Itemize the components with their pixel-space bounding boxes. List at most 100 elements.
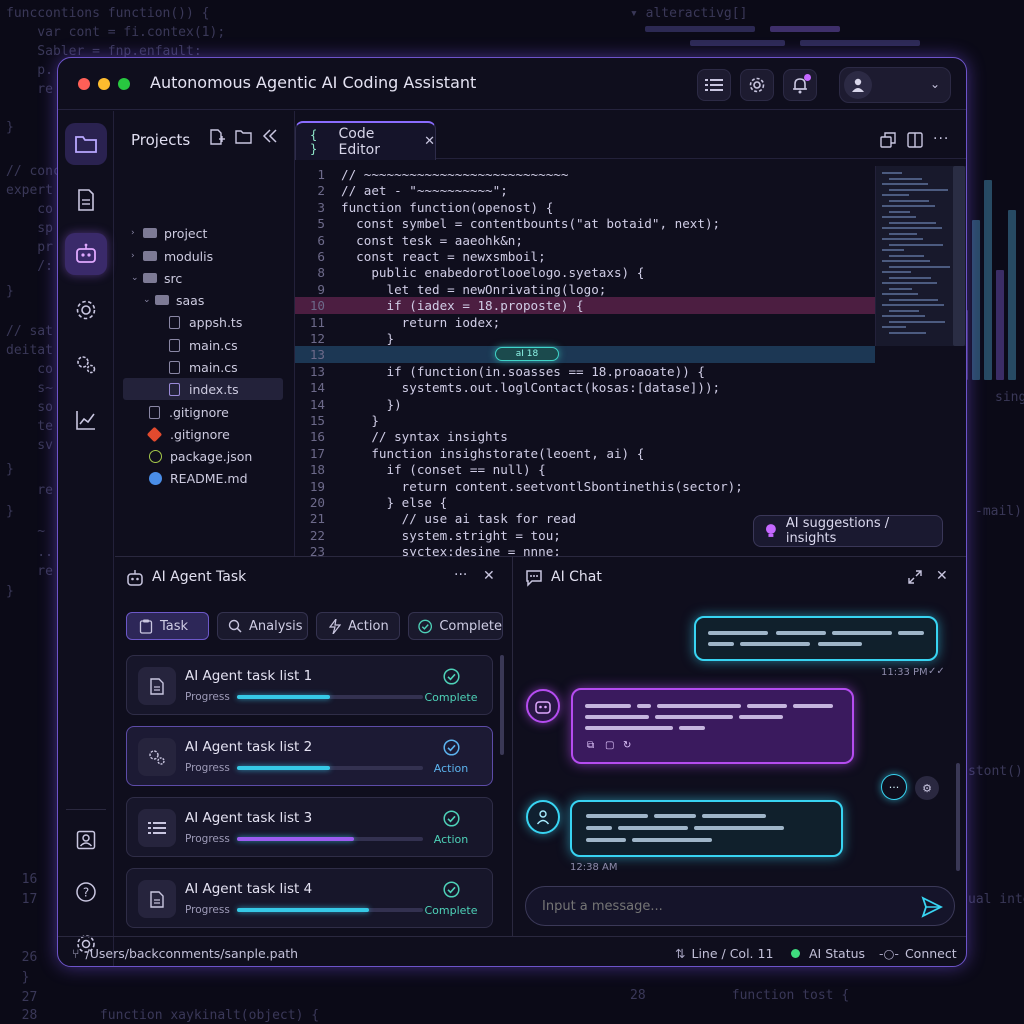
split-editor-icon[interactable] [907,132,923,148]
code-line[interactable]: 13 if (function(in.soasses == 18.proaoat… [295,363,875,380]
editor-scrollbar[interactable] [953,166,965,346]
new-folder-icon[interactable] [235,129,252,144]
code-line[interactable]: 1 // ~~~~~~~~~~~~~~~~~~~~~~~~~~~ [295,166,875,183]
notifications-button[interactable] [783,69,817,101]
minimap-line [889,265,950,268]
tree-file-gitignore[interactable]: .gitignore [149,401,229,423]
code-editor[interactable]: 1 // ~~~~~~~~~~~~~~~~~~~~~~~~~~~ 2 // aet -… [295,159,875,556]
tree-folder-project[interactable]: › project [131,222,207,244]
line-number: 21 [309,511,325,527]
chat-message-input[interactable] [525,886,955,926]
close-window-button[interactable] [78,78,90,90]
tree-file-main-cs-2[interactable]: main.cs [169,356,238,378]
task-card[interactable]: AI Agent task list 3 Progress Action [126,797,493,857]
tree-file-readme[interactable]: README.md [149,467,248,489]
comment-icon[interactable]: ▢ [605,740,614,751]
new-file-icon[interactable] [209,129,225,145]
inline-ai-tag[interactable]: aI 18 [495,347,559,361]
chat-message-ai[interactable]: ⧉ ▢ ↻ [571,688,854,764]
tree-file-index-ts[interactable]: index.ts [123,378,283,400]
minimap-line [889,177,922,180]
tree-file-package-json[interactable]: package.json [149,445,252,467]
close-icon[interactable]: ✕ [936,568,948,584]
filter-action-button[interactable]: Action [316,612,400,640]
code-line[interactable]: 6 const react = newxsmboil; [295,248,875,265]
tree-file-appsh[interactable]: appsh.ts [169,311,242,333]
refresh-icon[interactable]: ↻ [623,740,631,751]
more-icon[interactable]: ··· [454,567,467,583]
tree-file-gitignore-2[interactable]: .gitignore [146,423,230,445]
tree-folder-src[interactable]: ⌄ src [131,267,182,289]
cursor-position[interactable]: ⇅ Line / Col. 11 [675,946,773,961]
minimap-line [889,276,931,279]
ai-avatar [526,689,560,723]
more-icon[interactable]: ··· [933,131,949,147]
file-icon [169,382,180,396]
expand-icon[interactable] [908,570,922,584]
code-line[interactable]: 20 } else { [295,494,875,511]
profile-menu[interactable]: ⌄ [839,67,951,103]
code-line[interactable]: 6 const tesk = aaeohk&n; [295,232,875,249]
code-line[interactable]: 13 [295,346,875,364]
filter-analysis-button[interactable]: Analysis [217,612,308,640]
code-line[interactable]: 18 if (conset == null) { [295,461,875,478]
menu-list-button[interactable] [697,69,731,101]
code-line[interactable]: 9 let ted = newOnrivating(logo; [295,281,875,298]
code-line[interactable]: 8 public enabedorotlooelogo.syetaxs) { [295,264,875,281]
tree-folder-saas[interactable]: ⌄ saas [143,289,204,311]
filter-complete-button[interactable]: Complete [408,612,503,640]
ai-suggestions-button[interactable]: AI suggestions / insights [753,515,943,547]
copy-icon[interactable]: ⧉ [587,740,594,751]
help-button[interactable]: ? [65,871,107,913]
filter-task-button[interactable]: Task [126,612,209,640]
ai-agent-button[interactable] [65,233,107,275]
task-status[interactable]: Complete [418,881,484,917]
settings-button[interactable] [740,69,774,101]
code-line[interactable]: 2 // aet - "~~~~~~~~~~"; [295,182,875,199]
code-line[interactable]: 10 if (iadex = 18.proposte) { [295,297,875,315]
maximize-window-button[interactable] [118,78,130,90]
code-line[interactable]: 12 } [295,330,875,347]
code-line[interactable]: 15 } [295,412,875,429]
tree-folder-modulis[interactable]: › modulis [131,245,213,267]
chat-message-user[interactable] [694,616,938,661]
code-line[interactable]: 11 return iodex; [295,314,875,331]
chat-message-user[interactable] [570,800,843,857]
task-card[interactable]: AI Agent task list 2 Progress Action [126,726,493,786]
code-line[interactable]: 19 return content.seetvontlSbontinethis(… [295,478,875,495]
copy-icon[interactable] [880,132,896,148]
more-options-button[interactable]: ··· [881,774,907,800]
ai-status[interactable]: AI Status [791,946,865,961]
tree-file-main-cs[interactable]: main.cs [169,334,238,356]
analytics-button[interactable] [65,399,107,441]
code-line[interactable]: 17 function insighstorate(leoent, ai) { [295,445,875,462]
explorer-button[interactable] [65,123,107,165]
minimize-window-button[interactable] [98,78,110,90]
chat-scrollbar[interactable] [956,763,960,871]
ai-settings-button[interactable]: ⚙ [915,776,939,800]
send-icon[interactable] [921,896,943,918]
files-button[interactable] [65,179,107,221]
progress-label: Progress [185,691,230,703]
connect-button[interactable]: -○- Connect [879,946,957,961]
account-button[interactable] [65,819,107,861]
task-card[interactable]: AI Agent task list 4 Progress Complete [126,868,493,928]
code-line[interactable]: 14 systemts.out.loglContact(kosas:[datas… [295,379,875,396]
code-line[interactable]: 16 // syntax insights [295,428,875,445]
task-status[interactable]: Complete [418,668,484,704]
close-icon[interactable]: ✕ [483,568,495,584]
code-line[interactable]: 3 function function(openost) { [295,199,875,216]
task-status[interactable]: Action [418,739,484,775]
task-card[interactable]: AI Agent task list 1 Progress Complete [126,655,493,715]
chevron-right-icon: › [131,228,135,238]
task-status[interactable]: Action [418,810,484,846]
extensions-button[interactable] [65,289,107,331]
automation-button[interactable] [65,343,107,385]
code-line[interactable]: 14 }) [295,396,875,413]
code-line[interactable]: 5 const symbel = contentbounts("at botai… [295,215,875,232]
tab-code-editor[interactable]: { } Code Editor ✕ [295,121,436,160]
file-path[interactable]: ⑂ /Users/backconments/sanple.path [72,946,298,961]
task-list-scrollbar[interactable] [500,655,504,755]
close-icon[interactable]: ✕ [424,134,435,149]
collapse-icon[interactable] [262,129,278,143]
